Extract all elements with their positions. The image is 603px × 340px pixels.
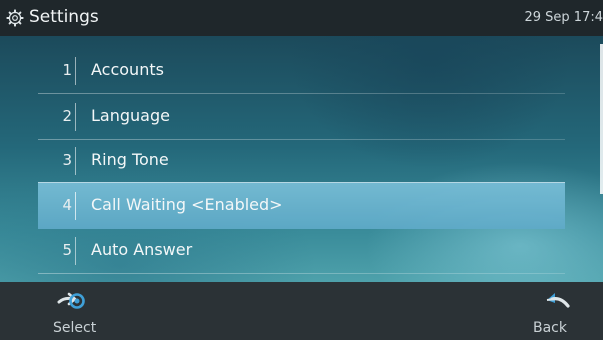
menu-item-call-waiting[interactable]: 4 Call Waiting <Enabled> [38, 182, 565, 229]
menu-item-language[interactable]: 2 Language [38, 94, 565, 140]
menu-item-accounts[interactable]: 1 Accounts [38, 48, 565, 94]
select-label: Select [53, 320, 97, 336]
menu-item-number: 2 [62, 107, 72, 125]
menu-item-label: Auto Answer [91, 240, 193, 259]
divider [75, 147, 76, 175]
divider [75, 192, 76, 220]
select-arrow-icon [57, 292, 85, 309]
back-label: Back [533, 320, 567, 336]
divider [75, 237, 76, 265]
menu-item-label: Call Waiting <Enabled> [91, 195, 283, 214]
menu-item-number: 4 [62, 196, 72, 214]
menu-item-label: Ring Tone [91, 150, 169, 169]
menu-item-number: 1 [62, 61, 72, 79]
divider [75, 57, 76, 85]
menu-item-label: Language [91, 106, 170, 125]
menu-item-number: 3 [62, 151, 72, 169]
menu-item-ring-tone[interactable]: 3 Ring Tone [38, 138, 565, 184]
select-softkey[interactable]: Select [0, 282, 110, 340]
phone-screen: Settings 29 Sep 17:4 1 Accounts 2 Langua… [0, 0, 603, 340]
page-title: Settings [29, 7, 99, 27]
menu-item-auto-answer[interactable]: 5 Auto Answer [38, 228, 565, 274]
divider [75, 103, 76, 131]
softkey-bar: Select Back [0, 282, 603, 340]
back-arrow-icon [546, 293, 570, 308]
back-softkey[interactable]: Back [493, 282, 603, 340]
status-bar: Settings 29 Sep 17:4 [0, 0, 603, 36]
menu-item-number: 5 [62, 241, 72, 259]
gear-icon [6, 9, 24, 27]
menu-item-label: Accounts [91, 60, 164, 79]
row-separator [38, 273, 565, 274]
status-clock: 29 Sep 17:4 [524, 10, 603, 25]
